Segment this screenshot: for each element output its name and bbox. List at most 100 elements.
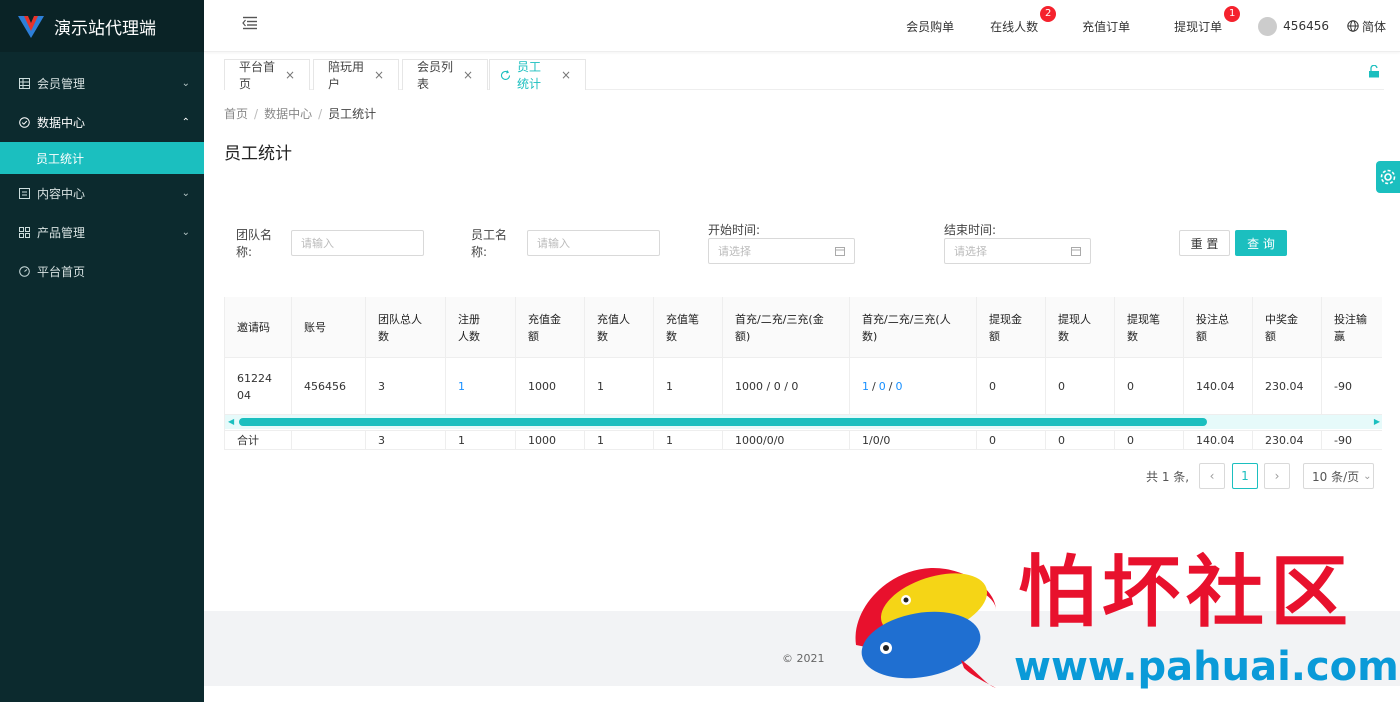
staff-stats-table: 邀请码 账号 团队总人数 注册人数 充值金额 充值人数 充值笔数 首充/二充/三…	[224, 297, 1382, 450]
calendar-icon	[835, 246, 845, 259]
column-header: 中奖金额	[1253, 297, 1322, 358]
sidebar-item-content[interactable]: 内容中心 ⌄	[0, 174, 204, 213]
settings-drawer-button[interactable]	[1376, 161, 1400, 193]
bet-total-cell: 140.04	[1184, 358, 1253, 415]
member-orders-link[interactable]: 会员购单	[906, 18, 954, 35]
column-header: 团队总人数	[366, 297, 446, 358]
sidebar-item-label: 内容中心	[37, 187, 86, 201]
close-icon[interactable]: ×	[561, 68, 571, 82]
header-actions: 会员购单 在线人数 2 充值订单 提现订单 1 456456 简体	[870, 0, 1386, 52]
breadcrumb-home[interactable]: 首页	[224, 107, 248, 121]
column-header: 提现金额	[977, 297, 1046, 358]
close-icon[interactable]: ×	[285, 68, 295, 82]
tab-label: 员工统计	[517, 60, 542, 91]
menu-fold-icon[interactable]	[242, 16, 258, 33]
language-switch[interactable]: 简体	[1362, 18, 1386, 35]
breadcrumb: 首页 / 数据中心 / 员工统计	[224, 107, 377, 121]
recharge-orders-link[interactable]: 充值订单	[1082, 18, 1130, 35]
column-header: 充值笔数	[654, 297, 723, 358]
start-time-picker[interactable]: 请选择	[708, 238, 855, 264]
summary-bet-result: -90	[1334, 433, 1352, 447]
third-users-link[interactable]: 0	[895, 378, 902, 395]
scroll-left-icon[interactable]: ◀	[228, 417, 234, 426]
avatar[interactable]	[1258, 16, 1278, 36]
globe-icon[interactable]	[1347, 20, 1359, 32]
column-header: 提现笔数	[1115, 297, 1184, 358]
win-amount-cell: 230.04	[1253, 358, 1322, 415]
scroll-right-icon[interactable]: ▶	[1374, 417, 1380, 426]
registered-link[interactable]: 1	[446, 358, 516, 415]
sidebar-item-products[interactable]: 产品管理 ⌄	[0, 213, 204, 252]
team-name-input[interactable]: 请输入	[291, 230, 424, 256]
team-name-label: 团队名称:	[236, 228, 273, 259]
summary-withdraw-users: 0	[1046, 431, 1115, 449]
close-icon[interactable]: ×	[463, 68, 473, 82]
withdraw-count-cell: 0	[1115, 358, 1184, 415]
query-button[interactable]: 查 询	[1235, 230, 1287, 256]
staff-name-input[interactable]: 请输入	[527, 230, 660, 256]
logo[interactable]: 演示站代理端	[0, 0, 204, 52]
column-header: 邀请码	[225, 297, 292, 358]
page-title: 员工统计	[224, 144, 292, 164]
summary-withdraw-count: 0	[1115, 431, 1184, 449]
chevron-down-icon: ⌄	[1363, 470, 1372, 482]
first-recharge-users-cell: 1/0/0	[850, 358, 977, 415]
sidebar-item-label: 产品管理	[37, 226, 86, 240]
username[interactable]: 456456	[1283, 19, 1329, 33]
refresh-icon[interactable]	[500, 69, 511, 81]
second-users-link[interactable]: 0	[879, 378, 886, 395]
withdraw-orders-label: 提现订单	[1174, 19, 1223, 34]
withdraw-amount-cell: 0	[977, 358, 1046, 415]
summary-team-total: 3	[366, 431, 446, 449]
table-header: 邀请码 账号 团队总人数 注册人数 充值金额 充值人数 充值笔数 首充/二充/三…	[225, 297, 1382, 358]
logo-icon	[18, 16, 44, 38]
first-users-link[interactable]: 1	[862, 378, 869, 395]
sidebar-item-home[interactable]: 平台首页	[0, 252, 204, 291]
sidebar-item-members[interactable]: 会员管理 ⌄	[0, 64, 204, 103]
pagination-total: 共 1 条,	[1146, 470, 1190, 484]
online-users-badge: 2	[1040, 5, 1057, 22]
watermark-url: www.pahuai.com	[1014, 644, 1399, 690]
next-page-button[interactable]: ›	[1264, 463, 1290, 489]
sidebar-subitem-staff-stats[interactable]: 员工统计	[0, 142, 204, 174]
horizontal-scrollbar[interactable]: ◀ ▶	[225, 415, 1382, 429]
page-number-button[interactable]: 1	[1232, 463, 1258, 489]
reset-button[interactable]: 重 置	[1179, 230, 1230, 256]
column-header: 首充/二充/三充(金额)	[723, 297, 850, 358]
column-header: 首充/二充/三充(人数)	[850, 297, 977, 358]
end-time-picker[interactable]: 请选择	[944, 238, 1091, 264]
watermark-fish-logo	[855, 567, 996, 688]
column-header: 充值金额	[516, 297, 585, 358]
summary-bet-total: 140.04	[1184, 431, 1253, 449]
unlock-icon[interactable]	[1368, 64, 1380, 81]
calendar-icon	[1071, 246, 1081, 259]
sidebar-item-label: 平台首页	[37, 265, 86, 279]
tab-companion-users[interactable]: 陪玩用户 ×	[313, 59, 399, 91]
online-users-label: 在线人数	[990, 19, 1039, 34]
summary-first-users: 1/0/0	[850, 431, 977, 449]
tab-platform-home[interactable]: 平台首页 ×	[224, 59, 310, 91]
prev-page-button[interactable]: ‹	[1199, 463, 1225, 489]
withdraw-orders-badge: 1	[1224, 5, 1241, 22]
bet-result-cell: -90	[1334, 380, 1352, 393]
breadcrumb-section[interactable]: 数据中心	[264, 107, 312, 121]
page-size-select[interactable]: 10 条/页 ⌄	[1303, 463, 1374, 489]
online-users-link[interactable]: 在线人数 2	[990, 5, 1057, 35]
summary-recharge-users: 1	[585, 431, 654, 449]
tab-label: 平台首页	[239, 60, 276, 91]
copyright-year: 2021	[796, 652, 825, 665]
withdraw-orders-link[interactable]: 提现订单 1	[1174, 5, 1241, 35]
dashboard-icon	[18, 266, 30, 278]
page-size-value: 10 条/页	[1312, 469, 1360, 484]
chevron-down-icon: ⌄	[181, 227, 190, 238]
tab-label: 会员列表	[417, 60, 454, 91]
scroll-thumb[interactable]	[239, 418, 1207, 426]
start-time-label: 开始时间:	[708, 223, 761, 237]
sidebar-item-data-center[interactable]: 数据中心 ⌃	[0, 103, 204, 142]
table-row: 6122404 456456 3 1 1000 1 1 1000 / 0 / 0…	[225, 358, 1382, 415]
tab-staff-stats[interactable]: 员工统计 ×	[489, 59, 586, 91]
copyright-icon: ©	[782, 652, 793, 665]
tab-member-list[interactable]: 会员列表 ×	[402, 59, 488, 91]
close-icon[interactable]: ×	[374, 68, 384, 82]
summary-account	[292, 431, 366, 449]
